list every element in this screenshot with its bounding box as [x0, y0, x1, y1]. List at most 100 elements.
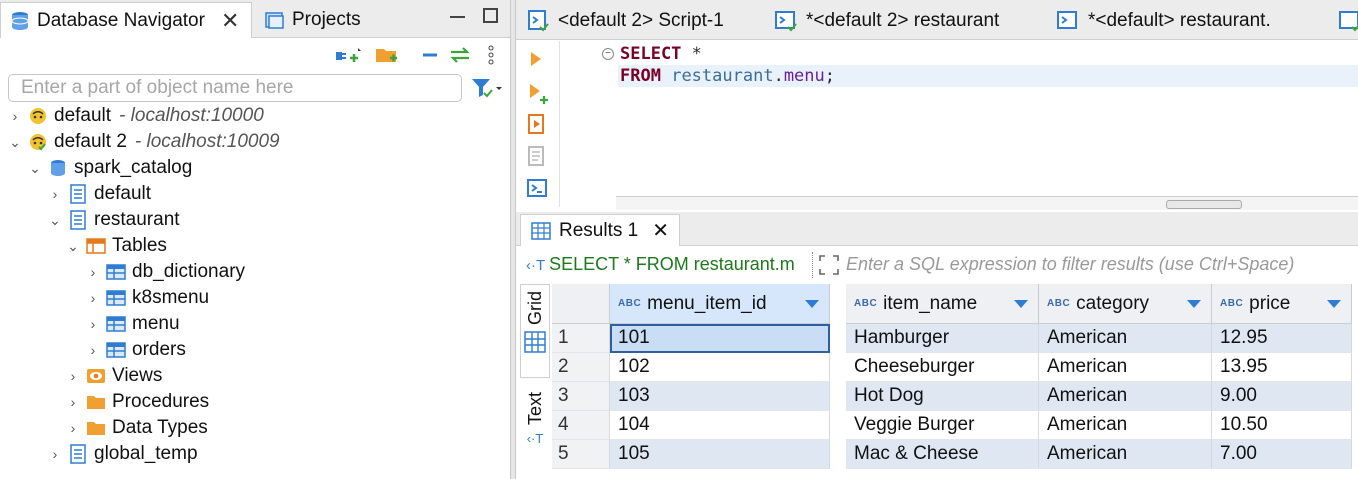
tree-node-connection-default[interactable]: › default - localhost:10000: [8, 103, 264, 129]
table-cell[interactable]: 104: [610, 411, 830, 440]
column-header-price[interactable]: ABC price: [1212, 284, 1352, 324]
execute-statement-icon[interactable]: [526, 49, 546, 74]
query-text[interactable]: ‹·T SELECT * FROM restaurant.m: [526, 254, 810, 275]
close-icon[interactable]: ✕: [221, 8, 239, 34]
execute-script-icon[interactable]: [526, 113, 548, 140]
sql-editor[interactable]: − SELECT * FROM restaurant.menu;: [560, 41, 1358, 207]
table-cell[interactable]: 13.95: [1212, 353, 1352, 382]
chevron-down-icon[interactable]: ⌄: [66, 238, 80, 255]
chevron-right-icon[interactable]: ›: [86, 264, 100, 280]
table-cell[interactable]: 102: [610, 353, 830, 382]
sort-dropdown-icon[interactable]: [1327, 300, 1341, 308]
tree-node-schema-restaurant[interactable]: ⌄ restaurant: [48, 207, 179, 233]
table-cell[interactable]: American: [1039, 440, 1212, 469]
tree-node-catalog[interactable]: ⌄ spark_catalog: [28, 155, 192, 181]
results-filter-input[interactable]: Enter a SQL expression to filter results…: [846, 254, 1294, 275]
table-cell[interactable]: American: [1039, 411, 1212, 440]
editor-tab-restaurant-2[interactable]: *<default 2> restaurant: [768, 4, 1005, 38]
column-header-item-name[interactable]: ABC item_name: [846, 284, 1039, 324]
table-cell[interactable]: Cheeseburger: [846, 353, 1039, 382]
table-cell[interactable]: Veggie Burger: [846, 411, 1039, 440]
results-grid[interactable]: ABC menu_item_id ABC item_name ABC category AB…: [552, 284, 1358, 479]
navigator-filter-input[interactable]: Enter a part of object name here: [8, 74, 462, 102]
table-cell[interactable]: 7.00: [1212, 440, 1352, 469]
chevron-down-icon[interactable]: ⌄: [8, 134, 22, 151]
row-number[interactable]: 2: [552, 353, 610, 382]
row-number[interactable]: 5: [552, 440, 610, 469]
chevron-down-icon[interactable]: ⌄: [48, 212, 62, 229]
sort-dropdown-icon[interactable]: [1187, 300, 1201, 308]
tab-database-navigator[interactable]: Database Navigator ✕: [0, 2, 252, 38]
chevron-right-icon[interactable]: ›: [48, 446, 62, 462]
row-number[interactable]: 3: [552, 382, 610, 411]
tab-results-1[interactable]: Results 1 ✕: [520, 214, 680, 246]
column-header-label: item_name: [883, 292, 978, 314]
close-icon[interactable]: ✕: [652, 218, 669, 243]
chevron-right-icon[interactable]: ›: [86, 316, 100, 332]
table-cell[interactable]: 12.95: [1212, 324, 1352, 353]
more-options-icon[interactable]: [486, 44, 496, 66]
tree-node-connection-default-2[interactable]: ⌄ default 2 - localhost:10009: [8, 129, 280, 155]
new-folder-icon[interactable]: [374, 44, 400, 66]
explain-plan-icon[interactable]: [526, 145, 548, 172]
chevron-right-icon[interactable]: ›: [8, 108, 22, 124]
maximize-results-handle[interactable]: [1166, 200, 1242, 209]
expand-icon[interactable]: [818, 254, 840, 281]
tree-node-views-folder[interactable]: › Views: [66, 363, 163, 389]
editor-tab-script-1[interactable]: <default 2> Script-1: [520, 4, 730, 38]
chevron-right-icon[interactable]: ›: [86, 342, 100, 358]
chevron-down-icon[interactable]: ⌄: [28, 160, 42, 177]
tree-node-table[interactable]: › db_dictionary: [86, 259, 245, 285]
fold-collapse-icon[interactable]: −: [602, 48, 614, 60]
chevron-right-icon[interactable]: ›: [48, 186, 62, 202]
tab-projects[interactable]: Projects: [256, 2, 369, 38]
table-cell[interactable]: 105: [610, 440, 830, 469]
tree-node-table[interactable]: › orders: [86, 337, 186, 363]
table-name: orders: [132, 339, 186, 360]
tree-node-table[interactable]: › k8smenu: [86, 285, 209, 311]
filter-settings-icon[interactable]: [470, 76, 504, 105]
collapse-all-icon[interactable]: [420, 44, 440, 66]
sort-dropdown-icon[interactable]: [1014, 300, 1028, 308]
table-cell[interactable]: American: [1039, 324, 1212, 353]
new-connection-icon[interactable]: [332, 44, 362, 66]
editor-tab-overflow[interactable]: [1332, 4, 1358, 38]
code-line-2: FROM restaurant.menu;: [620, 65, 835, 87]
row-number[interactable]: 4: [552, 411, 610, 440]
table-cell[interactable]: 9.00: [1212, 382, 1352, 411]
chevron-right-icon[interactable]: ›: [66, 394, 80, 410]
tree-node-schema-default[interactable]: › default: [48, 181, 151, 207]
link-with-editor-icon[interactable]: [448, 44, 472, 66]
table-cell[interactable]: 103: [610, 382, 830, 411]
table-cell[interactable]: Hamburger: [846, 324, 1039, 353]
chevron-right-icon[interactable]: ›: [66, 420, 80, 436]
tree-node-table[interactable]: › menu: [86, 311, 180, 337]
tree-node-data-types-folder[interactable]: › Data Types: [66, 415, 208, 441]
table-cell[interactable]: Mac & Cheese: [846, 440, 1039, 469]
column-header-menu-item-id[interactable]: ABC menu_item_id: [610, 284, 830, 324]
sql-table-identifier: menu: [783, 66, 825, 86]
open-console-icon[interactable]: [526, 177, 548, 204]
table-cell[interactable]: American: [1039, 353, 1212, 382]
table-cell[interactable]: 10.50: [1212, 411, 1352, 440]
maximize-icon[interactable]: [483, 8, 498, 23]
execute-new-tab-icon[interactable]: [526, 81, 550, 110]
tree-node-procedures-folder[interactable]: › Procedures: [66, 389, 210, 415]
row-number[interactable]: 1: [552, 324, 610, 353]
editor-results-splitter[interactable]: [616, 196, 1358, 210]
chevron-right-icon[interactable]: ›: [66, 368, 80, 384]
chevron-right-icon[interactable]: ›: [86, 290, 100, 306]
table-cell[interactable]: 101: [610, 324, 830, 353]
tab-text-view[interactable]: Text ‹·T: [520, 386, 550, 479]
navigator-toolbar: [0, 40, 510, 70]
column-header-category[interactable]: ABC category: [1039, 284, 1212, 324]
tab-grid-view[interactable]: Grid: [520, 284, 550, 378]
editor-tab-restaurant-default[interactable]: *<default> restaurant.: [1050, 4, 1277, 38]
tree-node-schema-global-temp[interactable]: › global_temp: [48, 441, 198, 467]
minimize-icon[interactable]: [450, 8, 465, 18]
table-cell[interactable]: American: [1039, 382, 1212, 411]
table-cell[interactable]: Hot Dog: [846, 382, 1039, 411]
tree-node-tables-folder[interactable]: ⌄ Tables: [66, 233, 167, 259]
sort-dropdown-icon[interactable]: [805, 300, 819, 308]
column-header-label: category: [1076, 292, 1150, 314]
